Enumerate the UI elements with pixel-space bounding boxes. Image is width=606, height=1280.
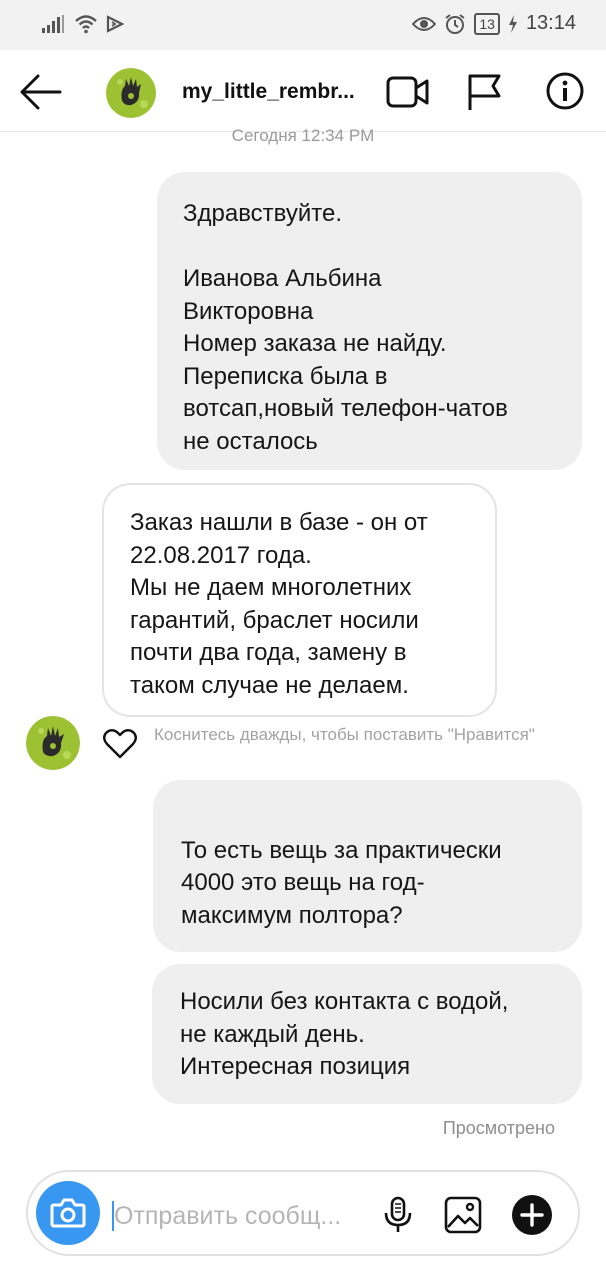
avatar[interactable] (106, 68, 156, 118)
message-bubble-outgoing[interactable]: Здравствуйте. Иванова Альбина Викторовна… (157, 172, 582, 470)
conversation-timestamp: Сегодня 12:34 PM (231, 126, 375, 145)
like-hint: Коснитесь дважды, чтобы поставить "Нрави… (154, 725, 535, 744)
message-composer (26, 1170, 580, 1256)
plus-icon[interactable] (512, 1195, 552, 1235)
signal-icon (42, 15, 64, 33)
status-time: 13:14 (525, 12, 576, 34)
gallery-icon[interactable] (444, 1196, 482, 1234)
message-bubble-outgoing[interactable]: То есть вещь за практически 4000 это вещ… (153, 780, 582, 996)
charging-icon (508, 14, 517, 33)
back-arrow-icon[interactable] (18, 72, 62, 112)
microphone-icon[interactable] (382, 1196, 414, 1234)
status-bar: 13 13:14 (0, 0, 606, 50)
status-right-icons: 13 13:14 (412, 12, 576, 35)
eye-icon (412, 16, 437, 31)
seen-status: Просмотрено (442, 1118, 555, 1138)
chat-header: my_little_rembr... (0, 50, 606, 132)
video-call-icon[interactable] (386, 74, 430, 110)
message-input[interactable] (114, 1198, 362, 1234)
wifi-icon (75, 15, 97, 34)
flag-icon[interactable] (466, 72, 502, 112)
heart-icon[interactable] (102, 728, 138, 760)
message-text: То есть вещь за практически 4000 это вещ… (181, 836, 502, 929)
info-icon[interactable] (546, 72, 584, 110)
message-bubble-outgoing[interactable]: Носили без контакта с водой, не каждый д… (152, 964, 582, 1104)
battery-icon: 13 (474, 12, 500, 35)
status-left-icons (42, 14, 124, 34)
camera-icon (50, 1198, 86, 1228)
nfc-icon (106, 15, 124, 33)
message-input-wrapper (112, 1198, 362, 1234)
camera-button[interactable] (36, 1181, 100, 1245)
sender-avatar[interactable] (26, 716, 80, 770)
alarm-icon (445, 13, 465, 34)
username[interactable]: my_little_rembr... (182, 80, 355, 104)
message-bubble-incoming[interactable]: Заказ нашли в базе - он от 22.08.2017 го… (102, 483, 497, 717)
